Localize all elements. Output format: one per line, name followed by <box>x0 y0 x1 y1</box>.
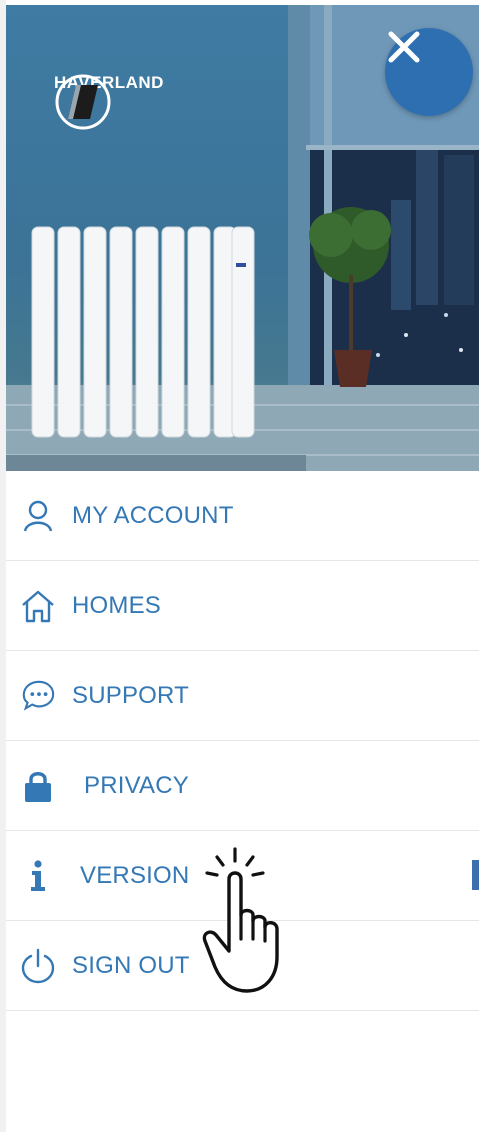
menu-item-homes[interactable]: HOMES <box>6 561 479 651</box>
menu-item-label: SIGN OUT <box>72 951 190 979</box>
underlying-screen-edge <box>472 860 479 890</box>
menu-item-label: HOMES <box>72 591 162 619</box>
menu-item-label: PRIVACY <box>84 771 189 799</box>
menu-item-label: VERSION <box>80 861 190 889</box>
haverland-logo-icon <box>55 74 111 130</box>
power-icon <box>20 948 56 984</box>
brand-logo: HAVERLAND <box>54 73 164 130</box>
home-icon <box>20 588 56 624</box>
menu-item-support[interactable]: SUPPORT <box>6 651 479 741</box>
close-icon <box>388 31 420 63</box>
menu-item-label: MY ACCOUNT <box>72 501 234 529</box>
lock-icon <box>20 768 56 804</box>
user-icon <box>20 498 56 534</box>
menu-item-privacy[interactable]: PRIVACY <box>6 741 479 831</box>
close-button[interactable] <box>385 28 473 116</box>
menu-item-label: SUPPORT <box>72 681 189 709</box>
hero-banner: HAVERLAND <box>6 5 479 471</box>
chat-icon <box>20 678 56 714</box>
tap-hand-icon <box>202 847 279 993</box>
menu-item-my-account[interactable]: MY ACCOUNT <box>6 471 479 561</box>
info-icon <box>20 858 56 894</box>
